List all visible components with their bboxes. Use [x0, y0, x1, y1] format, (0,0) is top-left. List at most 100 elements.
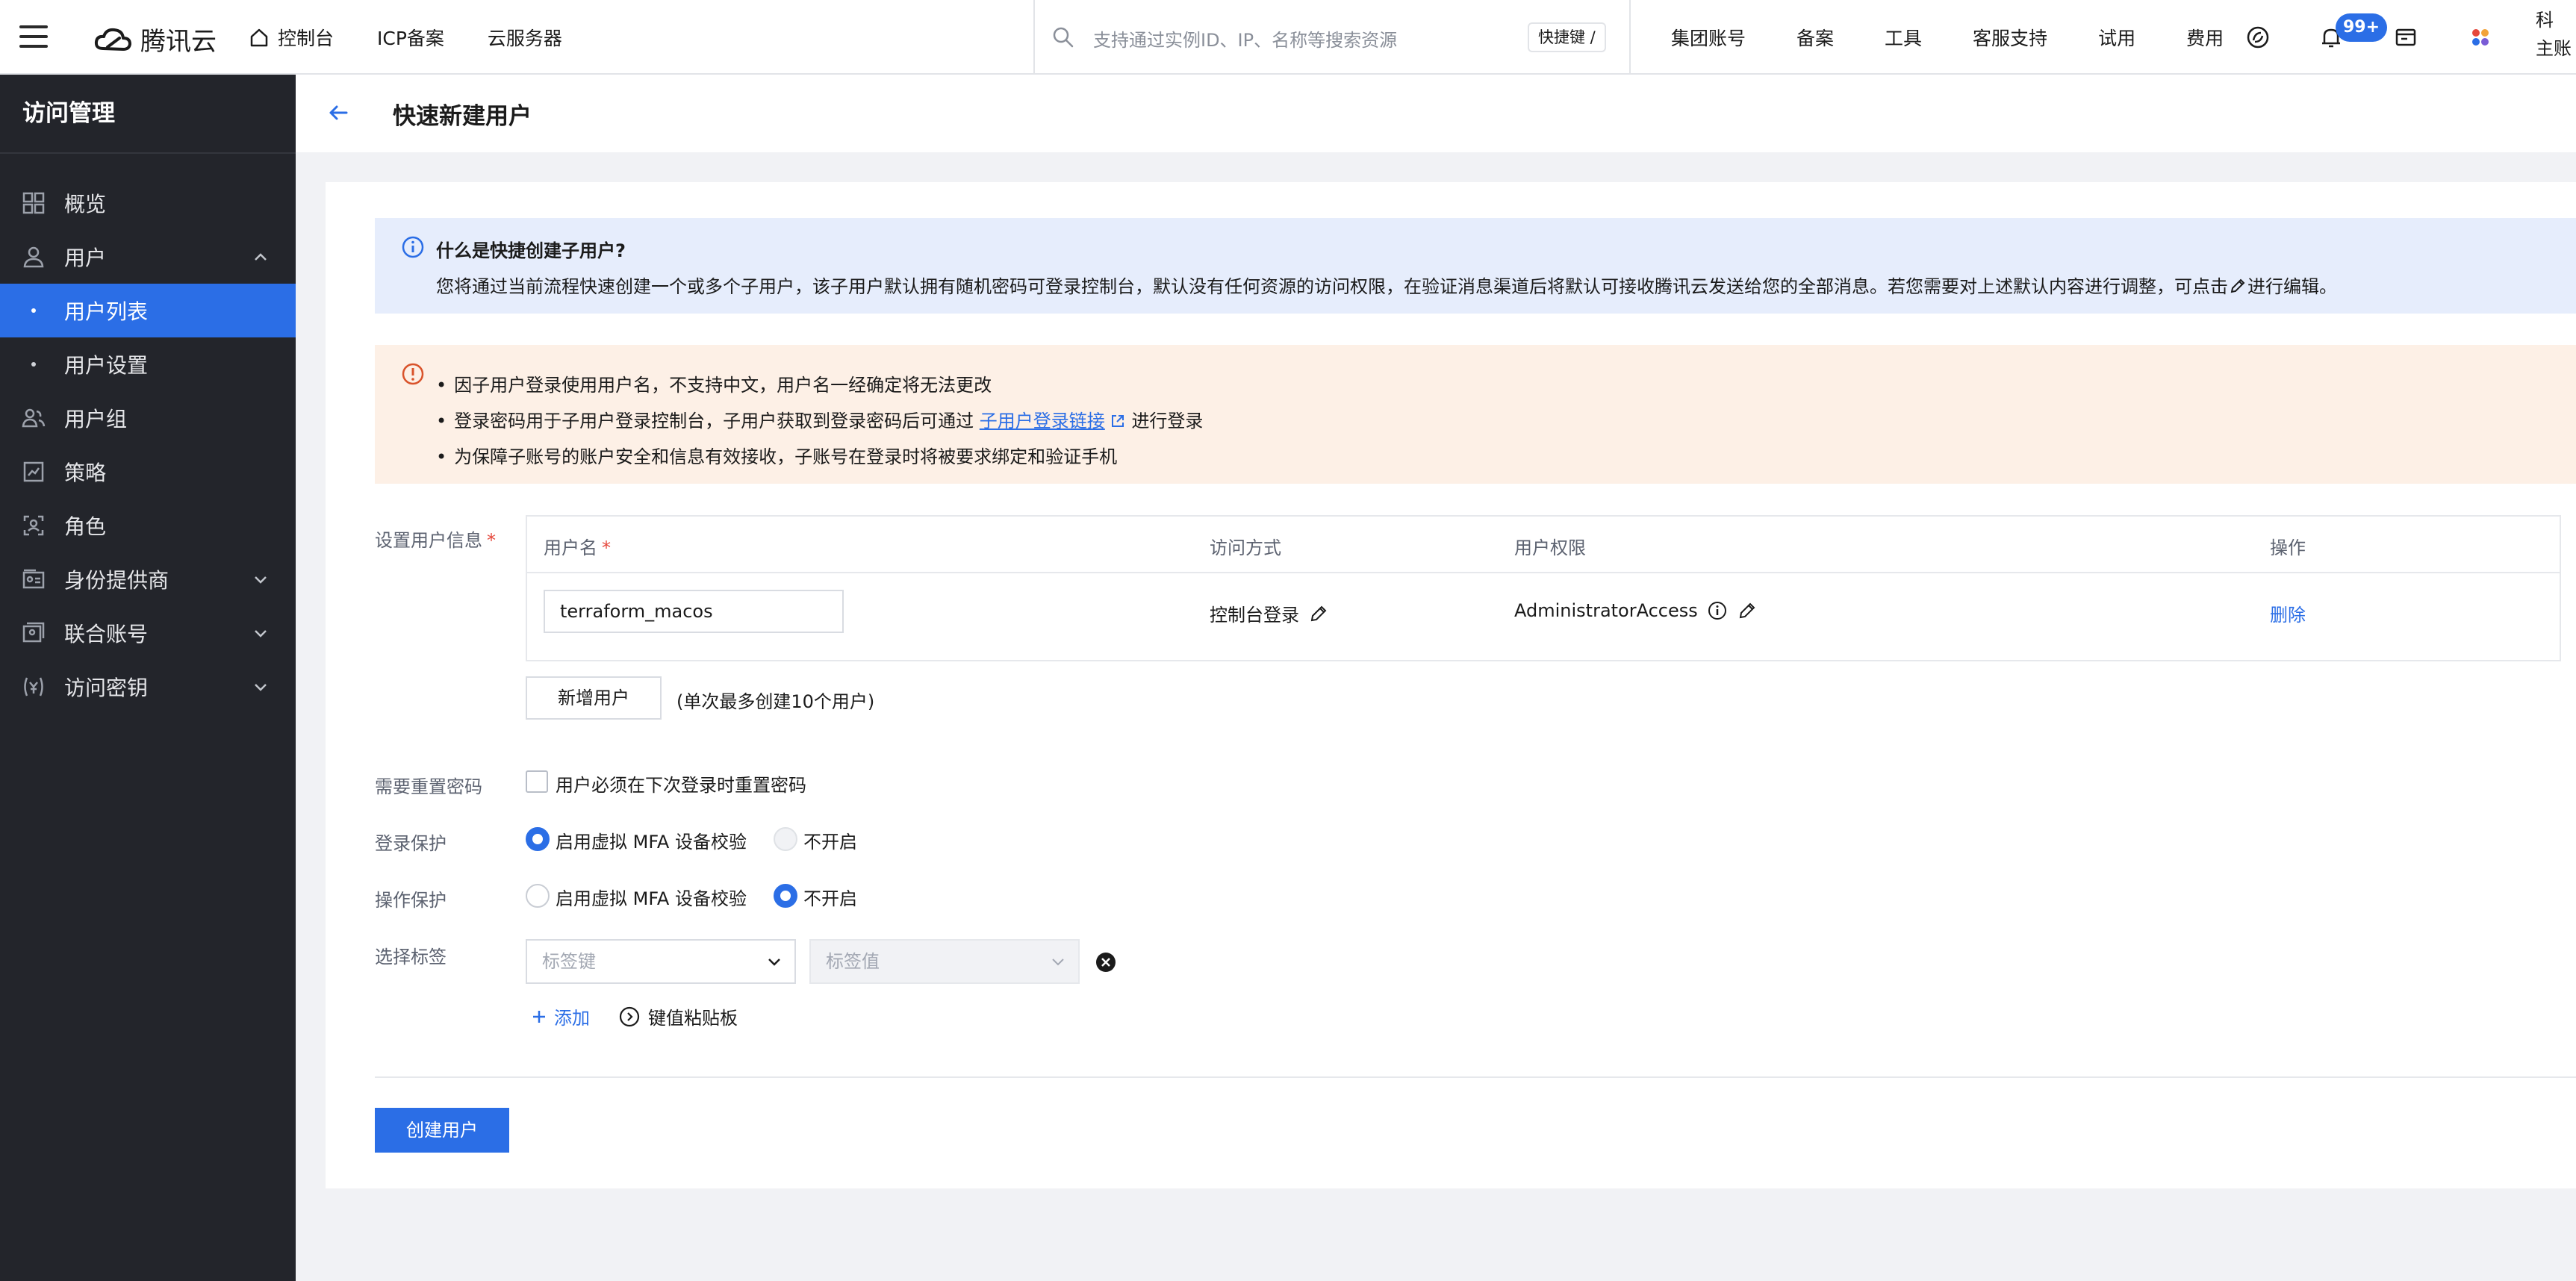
- login-off-radio[interactable]: [774, 827, 797, 851]
- assistant-icon[interactable]: [2244, 24, 2271, 51]
- warning-banner: 因子用户登录使用用户名，不支持中文，用户名一经确定将无法更改 登录密码用于子用户…: [375, 345, 2576, 484]
- nav-console[interactable]: 控制台: [248, 24, 334, 51]
- operation-off-radio[interactable]: [774, 884, 797, 908]
- menu-icon[interactable]: [19, 25, 48, 48]
- nav-cvm[interactable]: 云服务器: [488, 24, 562, 51]
- info-circle-icon[interactable]: [1707, 600, 1728, 621]
- column-access-method: 访问方式: [1210, 537, 1281, 558]
- plus-icon: [533, 1010, 545, 1023]
- user-info-label-text: 设置用户信息: [375, 530, 482, 551]
- sidebar-item-label: 角色: [64, 514, 107, 539]
- create-user-button[interactable]: 创建用户: [375, 1108, 509, 1153]
- logo[interactable]: 腾讯云: [93, 21, 217, 57]
- login-protection-label: 登录保护: [375, 833, 447, 854]
- paste-tags-button[interactable]: 键值粘贴板: [618, 1003, 738, 1029]
- warning-list: 因子用户登录使用用户名，不支持中文，用户名一经确定将无法更改 登录密码用于子用户…: [436, 367, 1203, 475]
- reset-password-checkbox[interactable]: [526, 770, 548, 793]
- top-nav: 控制台 ICP备案 云服务器: [248, 0, 606, 75]
- permission-value: AdministratorAccess: [1514, 600, 1698, 621]
- chevron-down-icon: [255, 576, 267, 584]
- table-row: terraform_macos 控制台登录 AdministratorAcces…: [527, 573, 2560, 660]
- chevron-down-icon: [768, 959, 780, 966]
- tag-value-placeholder: 标签值: [826, 951, 880, 972]
- external-link-icon[interactable]: [1110, 413, 1126, 429]
- sidebar-item-roles[interactable]: 角色: [0, 499, 296, 552]
- sub-user-login-link[interactable]: 子用户登录链接: [980, 411, 1105, 431]
- form-card: [326, 182, 2576, 1188]
- paste-tags-label: 键值粘贴板: [648, 1008, 738, 1029]
- policy-icon: [23, 461, 44, 482]
- nav-tools[interactable]: 工具: [1885, 24, 1922, 51]
- sidebar-item-user-list[interactable]: 用户列表: [0, 284, 296, 337]
- column-username: 用户名 *: [544, 533, 611, 559]
- home-icon: [250, 28, 268, 47]
- message-box-icon[interactable]: [2392, 24, 2419, 51]
- chevron-down-icon: [255, 630, 267, 638]
- right-nav: 集团账号 备案 工具 客服支持 试用 费用: [1671, 0, 2274, 75]
- nav-group-account[interactable]: 集团账号: [1671, 24, 1746, 51]
- form-divider: [375, 1076, 2576, 1078]
- sidebar-item-federated-accounts[interactable]: 联合账号: [0, 606, 296, 660]
- operation-off-label[interactable]: 不开启: [803, 884, 857, 910]
- info-text: 您将通过当前流程快速创建一个或多个子用户，该子用户默认拥有随机密码可登录控制台，…: [436, 272, 2337, 298]
- reset-password-checkbox-label[interactable]: 用户必须在下次登录时重置密码: [556, 770, 806, 797]
- sidebar-item-label: 访问密钥: [64, 676, 149, 700]
- warning-item-text: 登录密码用于子用户登录控制台，子用户获取到登录密码后可通过: [454, 411, 974, 431]
- column-username-label: 用户名: [544, 537, 597, 558]
- permission-cell: AdministratorAccess: [1514, 600, 1758, 621]
- tag-value-select[interactable]: 标签值: [809, 939, 1080, 984]
- account-menu[interactable]: 科 主账: [2536, 6, 2572, 63]
- app-launcher-icon[interactable]: [2467, 24, 2494, 51]
- delete-user-link[interactable]: 删除: [2270, 600, 2306, 626]
- info-text-before: 您将通过当前流程快速创建一个或多个子用户，该子用户默认拥有随机密码可登录控制台，…: [436, 276, 2228, 297]
- back-arrow-icon[interactable]: [326, 100, 351, 125]
- sidebar-item-access-keys[interactable]: 访问密钥: [0, 660, 296, 714]
- table-header: 用户名 * 访问方式 用户权限 操作: [527, 517, 2560, 573]
- sidebar-item-users[interactable]: 用户: [0, 230, 296, 284]
- login-mfa-radio[interactable]: [526, 827, 550, 851]
- nav-trial[interactable]: 试用: [2098, 24, 2135, 51]
- sidebar-item-identity-providers[interactable]: 身份提供商: [0, 552, 296, 606]
- chevron-down-icon: [255, 684, 267, 691]
- account-type: 主账: [2536, 38, 2572, 59]
- nav-filing[interactable]: 备案: [1796, 24, 1834, 51]
- nav-billing[interactable]: 费用: [2186, 24, 2224, 51]
- pencil-icon[interactable]: [1308, 603, 1329, 624]
- operation-mfa-label[interactable]: 启用虚拟 MFA 设备校验: [556, 884, 747, 910]
- sidebar-item-label: 用户组: [64, 407, 128, 431]
- add-user-button[interactable]: 新增用户: [526, 676, 662, 720]
- sidebar-title: 访问管理: [0, 75, 296, 154]
- pencil-icon[interactable]: [2228, 276, 2247, 296]
- sidebar-item-overview[interactable]: 概览: [0, 176, 296, 230]
- login-off-label[interactable]: 不开启: [803, 827, 857, 853]
- tag-key-select[interactable]: 标签键: [526, 939, 796, 984]
- info-heading: 什么是快捷创建子用户?: [436, 240, 626, 261]
- nav-console-label: 控制台: [278, 28, 335, 49]
- page-header: 快速新建用户: [296, 75, 2576, 152]
- pencil-icon[interactable]: [1737, 600, 1758, 621]
- username-input[interactable]: terraform_macos: [544, 590, 844, 633]
- global-search[interactable]: 支持通过实例ID、IP、名称等搜索资源 快捷键 /: [1033, 0, 1631, 75]
- info-icon: [402, 236, 424, 258]
- sidebar-item-label: 策略: [64, 461, 107, 485]
- nav-icp[interactable]: ICP备案: [377, 24, 444, 51]
- warning-icon: [402, 363, 424, 385]
- sidebar-item-user-settings[interactable]: 用户设置: [0, 337, 296, 391]
- sidebar-item-label: 用户列表: [64, 299, 149, 324]
- search-icon: [1053, 27, 1074, 48]
- required-mark: *: [602, 537, 611, 558]
- column-action: 操作: [2270, 537, 2306, 558]
- column-permission: 用户权限: [1514, 537, 1586, 558]
- operation-mfa-radio[interactable]: [526, 884, 550, 908]
- nav-support[interactable]: 客服支持: [1973, 24, 2047, 51]
- sidebar-item-policies[interactable]: 策略: [0, 445, 296, 499]
- add-tag-button[interactable]: 添加: [530, 1003, 590, 1029]
- remove-tag-icon[interactable]: [1095, 951, 1117, 973]
- sidebar-item-label: 联合账号: [64, 622, 149, 646]
- info-banner: 什么是快捷创建子用户? 您将通过当前流程快速创建一个或多个子用户，该子用户默认拥…: [375, 218, 2576, 314]
- top-bar: 腾讯云 控制台 ICP备案 云服务器 支持通过实例ID、IP、名称等搜索资源 快…: [0, 0, 2576, 75]
- sidebar-item-label: 身份提供商: [64, 568, 169, 593]
- tag-key-placeholder: 标签键: [542, 951, 596, 972]
- login-mfa-label[interactable]: 启用虚拟 MFA 设备校验: [556, 827, 747, 853]
- sidebar-item-user-groups[interactable]: 用户组: [0, 391, 296, 445]
